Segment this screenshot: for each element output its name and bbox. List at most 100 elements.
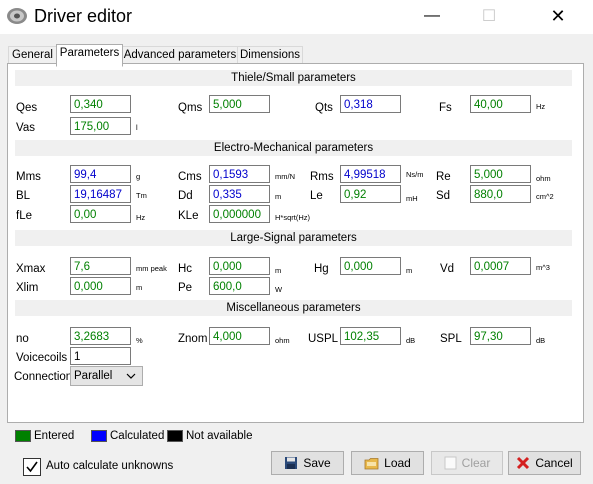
spl-unit: dB xyxy=(536,336,546,345)
le-unit: mH xyxy=(406,194,418,203)
connection-label: Connection xyxy=(14,371,73,383)
red-x-icon xyxy=(517,456,530,470)
sd-label: Sd xyxy=(436,190,451,202)
save-button[interactable]: Save xyxy=(271,451,344,475)
section-thiele-small: Thiele/Small parameters xyxy=(15,70,572,86)
pe-field[interactable]: 600,0 xyxy=(209,277,270,295)
qes-field[interactable]: 0,340 xyxy=(70,95,131,113)
xmax-field[interactable]: 7,6 xyxy=(70,257,131,275)
checkmark-icon xyxy=(26,461,38,473)
load-label: Load xyxy=(384,456,411,470)
sd-field[interactable]: 880,0 xyxy=(470,185,531,203)
uspl-label: USPL xyxy=(308,333,339,345)
xlim-field[interactable]: 0,000 xyxy=(70,277,131,295)
fle-field[interactable]: 0,00 xyxy=(70,205,131,223)
load-button[interactable]: Load xyxy=(351,451,424,475)
speaker-app-icon xyxy=(7,8,27,24)
clear-label: Clear xyxy=(461,456,491,470)
save-label: Save xyxy=(303,456,331,470)
hg-field[interactable]: 0,000 xyxy=(340,257,401,275)
mms-field[interactable]: 99,4 xyxy=(70,165,131,183)
entered-legend-label: Entered xyxy=(34,430,75,442)
le-label: Le xyxy=(310,190,323,202)
hg-unit: m xyxy=(406,266,413,275)
vas-label: Vas xyxy=(16,122,35,134)
mms-unit: g xyxy=(136,172,141,181)
no-field[interactable]: 3,2683 xyxy=(70,327,131,345)
section-electro-mechanical: Electro-Mechanical parameters xyxy=(15,140,572,156)
bl-field[interactable]: 19,16487 xyxy=(70,185,131,203)
qms-label: Qms xyxy=(178,102,203,114)
chevron-down-icon xyxy=(126,373,136,379)
not-available-legend-label: Not available xyxy=(186,430,253,442)
kle-field[interactable]: 0,000000 xyxy=(209,205,270,223)
pe-unit: W xyxy=(275,285,283,294)
cms-field[interactable]: 0,1593 xyxy=(209,165,270,183)
cms-label: Cms xyxy=(178,171,202,183)
window-title: Driver editor xyxy=(34,6,133,26)
mms-label: Mms xyxy=(16,171,41,183)
fs-label: Fs xyxy=(439,102,452,114)
znom-unit: ohm xyxy=(275,336,290,345)
re-field[interactable]: 5,000 xyxy=(470,165,531,183)
calculated-legend-label: Calculated xyxy=(110,430,165,442)
dd-label: Dd xyxy=(178,190,193,202)
vas-unit: l xyxy=(136,123,138,132)
cms-unit: mm/N xyxy=(275,172,295,181)
folder-icon xyxy=(364,457,379,469)
cancel-button[interactable]: Cancel xyxy=(508,451,581,475)
no-unit: % xyxy=(136,336,143,345)
hc-unit: m xyxy=(275,266,282,275)
close-button[interactable]: ✕ xyxy=(535,0,581,32)
section-large-signal: Large-Signal parameters xyxy=(15,230,572,246)
znom-label: Znom xyxy=(178,333,208,345)
floppy-disk-icon xyxy=(285,457,298,469)
section-miscellaneous: Miscellaneous parameters xyxy=(15,300,572,316)
xmax-unit: mm peak xyxy=(136,264,167,273)
connection-select[interactable]: Parallel xyxy=(70,366,143,386)
rms-label: Rms xyxy=(310,171,334,183)
spl-field[interactable]: 97,30 xyxy=(470,327,531,345)
le-field[interactable]: 0,92 xyxy=(340,185,401,203)
clear-button[interactable]: Clear xyxy=(431,451,503,475)
rms-unit: Ns/m xyxy=(406,170,424,179)
kle-unit: H*sqrt(Hz) xyxy=(275,213,310,222)
fs-field[interactable]: 40,00 xyxy=(470,95,531,113)
znom-field[interactable]: 4,000 xyxy=(209,327,270,345)
hg-label: Hg xyxy=(314,263,329,275)
auto-calculate-checkbox[interactable] xyxy=(23,458,41,476)
qes-label: Qes xyxy=(16,102,38,114)
fle-unit: Hz xyxy=(136,213,146,222)
xlim-unit: m xyxy=(136,283,143,292)
qms-field[interactable]: 5,000 xyxy=(209,95,270,113)
rms-field[interactable]: 4,99518 xyxy=(340,165,401,183)
dd-unit: m xyxy=(275,192,282,201)
cancel-label: Cancel xyxy=(535,456,573,470)
fs-unit: Hz xyxy=(536,102,546,111)
vas-field[interactable]: 175,00 xyxy=(70,117,131,135)
voicecoils-label: Voicecoils xyxy=(16,352,68,364)
maximize-button[interactable]: ☐ xyxy=(466,0,512,32)
hc-field[interactable]: 0,000 xyxy=(209,257,270,275)
not-available-swatch xyxy=(167,430,183,442)
pe-label: Pe xyxy=(178,282,193,294)
tab-parameters[interactable]: Parameters xyxy=(56,44,123,67)
re-unit: ohm xyxy=(536,174,551,183)
auto-calculate-label: Auto calculate unknowns xyxy=(46,460,174,472)
entered-swatch xyxy=(15,430,31,442)
vd-unit: m^3 xyxy=(536,263,550,272)
uspl-field[interactable]: 102,35 xyxy=(340,327,401,345)
hc-label: Hc xyxy=(178,263,193,275)
qts-field[interactable]: 0,318 xyxy=(340,95,401,113)
voicecoils-field[interactable]: 1 xyxy=(70,347,131,365)
parameters-panel: Thiele/Small parameters Qes 0,340 Qms 5,… xyxy=(7,63,584,423)
xmax-label: Xmax xyxy=(16,263,46,275)
minimize-button[interactable]: — xyxy=(409,0,455,32)
re-label: Re xyxy=(436,171,451,183)
vd-label: Vd xyxy=(440,263,455,275)
connection-select-value: Parallel xyxy=(74,370,113,382)
kle-label: KLe xyxy=(178,210,199,222)
vd-field[interactable]: 0,0007 xyxy=(470,257,531,275)
dd-field[interactable]: 0,335 xyxy=(209,185,270,203)
bl-unit: Tm xyxy=(136,191,147,200)
